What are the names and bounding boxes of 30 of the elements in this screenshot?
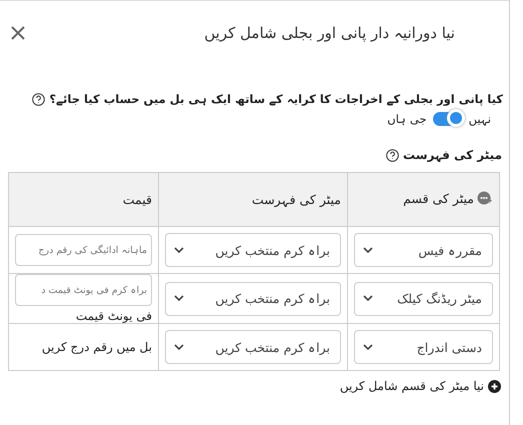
caret-icon <box>363 295 373 302</box>
price-text: بل میں رقم درج کریں <box>42 340 152 354</box>
toggle-label: جی ہاں <box>387 112 427 126</box>
price-input[interactable]: ماہانہ ادائیگی کی رقم درج <box>15 234 152 266</box>
help-icon[interactable] <box>386 148 399 162</box>
meter-type-dropdown[interactable]: مقررہ فیس <box>354 233 493 267</box>
meter-list-dropdown[interactable]: براہ کرم منتخب کریں <box>165 282 341 316</box>
meter-icon <box>477 191 493 206</box>
question-text: کیا پانی اور بجلی کے اخراجات کا کرایہ کے ساتھ ایک ہی بل میں حساب کیا جائے؟ <box>49 92 503 106</box>
section-title: میٹر کی فہرست <box>403 148 502 162</box>
meter-type-dropdown[interactable]: دستی اندراج <box>354 330 493 364</box>
caret-icon <box>363 344 373 350</box>
caret-icon <box>363 246 373 254</box>
caret-icon <box>174 344 184 350</box>
caret-icon <box>174 246 184 254</box>
plus-icon[interactable] <box>488 380 501 392</box>
meter-list-dropdown[interactable]: براہ کرم منتخب کریں <box>165 233 341 267</box>
add-meter-type-link[interactable]: نیا میٹر کی قسم شامل کریں <box>340 379 484 393</box>
caret-icon <box>174 295 184 302</box>
help-icon[interactable] <box>32 92 46 106</box>
column-header: میٹر کی قسم <box>348 172 500 226</box>
column-header: قیمت <box>8 172 158 226</box>
price-input[interactable]: براہ کرم فی یونٹ قیمت د <box>15 274 152 306</box>
toggle-label: نہیں <box>468 112 491 126</box>
dialog-title: نیا دورانیہ دار پانی اور بجلی شامل کریں <box>204 24 455 42</box>
toggle-switch[interactable] <box>432 112 463 126</box>
meter-type-dropdown[interactable]: میٹر ریڈنگ کیلک <box>354 282 493 316</box>
meter-list-dropdown[interactable]: براہ کرم منتخب کریں <box>165 330 341 364</box>
price-note: فی یونٹ قیمت <box>74 308 152 323</box>
column-header: میٹر کی فہرست <box>158 172 348 226</box>
